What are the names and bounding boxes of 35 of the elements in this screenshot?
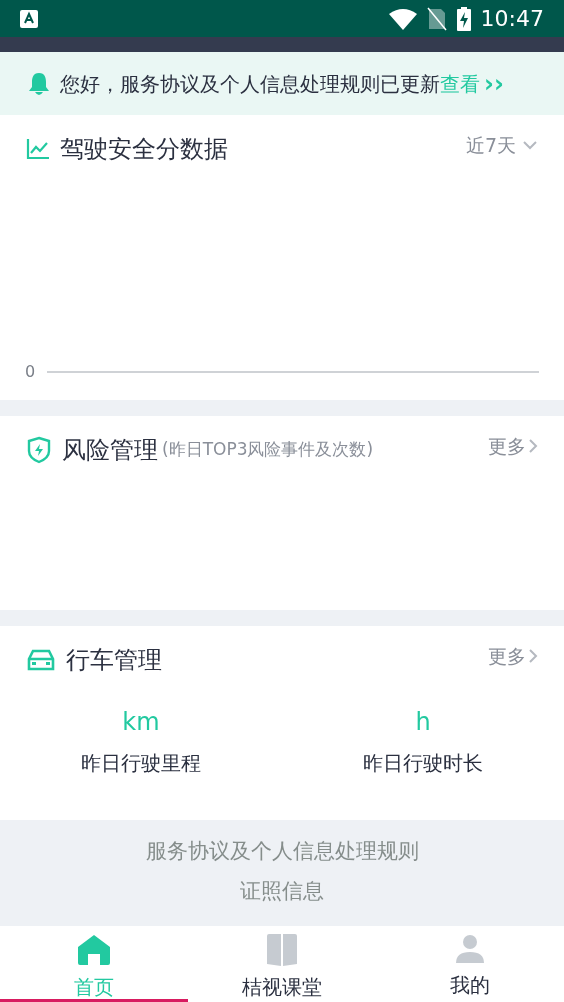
- chevron-down-icon: [522, 140, 538, 151]
- shield-bolt-icon: [26, 436, 52, 464]
- view-link[interactable]: 查看: [440, 68, 480, 99]
- no-sim-icon: [426, 6, 447, 31]
- section-title: 风险管理: [62, 435, 158, 466]
- book-icon: [266, 934, 298, 966]
- tab[interactable]: 首页: [0, 926, 188, 1002]
- axis-label: 0: [25, 361, 36, 383]
- footer-link[interactable]: 证照信息: [240, 875, 324, 907]
- chevron-right-icon: [528, 648, 538, 665]
- stat-unit: h: [415, 707, 431, 738]
- app-notification-icon: [20, 9, 38, 28]
- more-link[interactable]: 更多: [488, 432, 538, 461]
- stat-label: 昨日行驶时长: [363, 750, 483, 777]
- tab[interactable]: 我的: [376, 926, 564, 1002]
- person-icon: [455, 934, 485, 964]
- line-chart-icon: [26, 138, 50, 160]
- more-link[interactable]: 更多: [488, 642, 538, 671]
- section-title: 行车管理: [66, 645, 162, 676]
- double-chevron-icon[interactable]: ››: [484, 71, 504, 96]
- tab[interactable]: 桔视课堂: [188, 926, 376, 1002]
- bell-icon: [28, 71, 50, 96]
- battery-charging-icon: [456, 6, 471, 31]
- home-icon: [77, 934, 111, 966]
- stat-label: 昨日行驶里程: [81, 750, 201, 777]
- footer-link[interactable]: 服务协议及个人信息处理规则: [145, 836, 419, 868]
- stat-unit: km: [122, 707, 160, 738]
- section-title: 驾驶安全分数据: [60, 134, 228, 165]
- wifi-icon: [388, 7, 417, 30]
- notice-text: 您好，服务协议及个人信息处理规则已更新: [60, 70, 440, 98]
- section-subtitle: (昨日TOP3风险事件及次数): [162, 438, 374, 462]
- range-dropdown[interactable]: 近7天: [465, 131, 538, 160]
- status-time: 10:47: [480, 5, 544, 33]
- chevron-right-icon: [528, 438, 538, 455]
- car-icon: [26, 648, 56, 672]
